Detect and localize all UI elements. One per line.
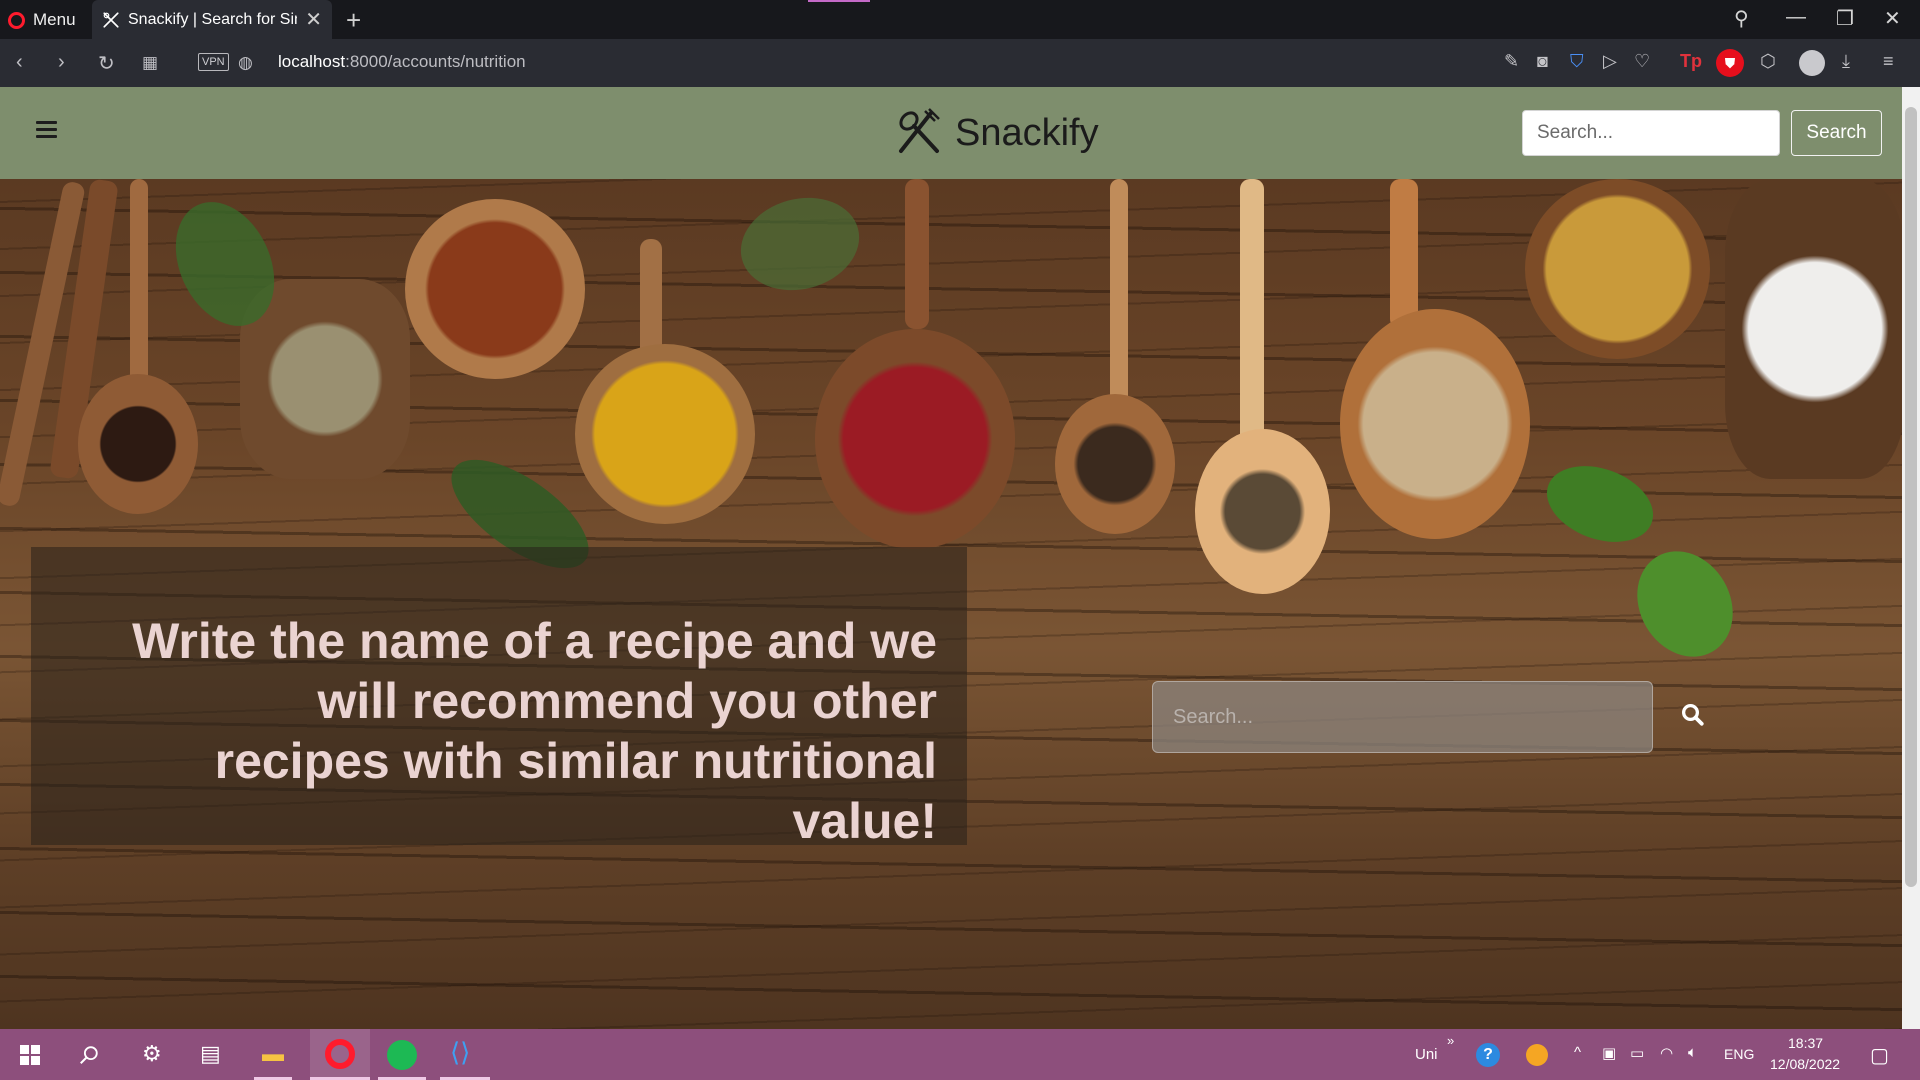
vscode-icon[interactable]: ⟨⟩ xyxy=(450,1037,470,1068)
overflow-chevron-icon[interactable]: » xyxy=(1447,1033,1454,1048)
snackify-logo-icon xyxy=(899,108,940,153)
close-window-icon[interactable]: ✕ xyxy=(1884,6,1901,31)
volume-icon[interactable]: 🔈︎ xyxy=(1688,1044,1697,1061)
clock-date[interactable]: 12/08/2022 xyxy=(1770,1056,1840,1072)
vpn-badge[interactable]: VPN xyxy=(198,53,229,71)
opera-taskbar-icon[interactable] xyxy=(325,1039,355,1069)
download-icon[interactable]: ⤓ xyxy=(1842,51,1850,72)
close-tab-icon[interactable]: ✕ xyxy=(305,7,322,32)
url-host: localhost xyxy=(278,52,346,71)
globe-icon[interactable]: ◍ xyxy=(238,53,253,73)
profile-avatar-icon[interactable] xyxy=(1799,50,1825,76)
new-tab-icon[interactable]: + xyxy=(346,5,361,36)
adblock-shield-icon[interactable]: ⛊ xyxy=(1716,49,1744,77)
windows-taskbar: ⚙ ▤ ▬ ⟨⟩ Uni » ? ^ ▣ ▭ ◠ 🔈︎ ENG 18:37 12… xyxy=(0,1029,1920,1080)
heart-icon[interactable]: ♡ xyxy=(1634,51,1650,72)
spotify-icon[interactable] xyxy=(387,1040,417,1070)
site-navbar: Snackify Search xyxy=(0,87,1902,179)
forward-icon[interactable]: › xyxy=(58,51,65,74)
language-indicator[interactable]: ENG xyxy=(1724,1046,1754,1062)
tab-title: Snackify | Search for Similar xyxy=(128,10,297,28)
notifications-icon[interactable]: ▢ xyxy=(1870,1043,1889,1068)
back-icon[interactable]: ‹ xyxy=(16,51,23,74)
navbar-search-input[interactable] xyxy=(1522,110,1780,156)
uni-label[interactable]: Uni xyxy=(1415,1046,1438,1063)
edit-icon[interactable]: ✎ xyxy=(1504,51,1519,72)
file-explorer-icon[interactable]: ▬ xyxy=(262,1041,284,1067)
url-path: :8000/accounts/nutrition xyxy=(345,52,526,71)
brand-name: Snackify xyxy=(955,111,1099,154)
search-tabs-icon[interactable]: ⚲ xyxy=(1734,6,1749,31)
reload-icon[interactable]: ↻ xyxy=(98,51,115,76)
tab-accent-bar xyxy=(808,0,870,2)
opera-logo-icon xyxy=(8,11,25,29)
address-bar: ‹ › ↻ ▦ VPN ◍ localhost:8000/accounts/nu… xyxy=(0,39,1920,87)
help-icon[interactable]: ? xyxy=(1476,1043,1500,1067)
hero-headline: Write the name of a recipe and we will r… xyxy=(132,613,937,849)
hero-section: Write the name of a recipe and we will r… xyxy=(0,178,1902,1029)
search-icon[interactable] xyxy=(1678,700,1708,730)
camera-icon[interactable]: ◙ xyxy=(1537,51,1548,72)
clock-time[interactable]: 18:37 xyxy=(1788,1035,1823,1051)
show-hidden-icons-icon[interactable]: ^ xyxy=(1574,1044,1581,1061)
url-field[interactable]: localhost:8000/accounts/nutrition xyxy=(278,52,526,72)
web-page: Snackify Search... Search Write the name… xyxy=(0,87,1902,1029)
active-tab[interactable]: Snackify | Search for Similar ✕ xyxy=(92,0,332,39)
settings-gear-icon[interactable]: ⚙ xyxy=(142,1041,162,1067)
browser-tabbar: Menu Snackify | Search for Similar ✕ + ⚲… xyxy=(0,0,1920,39)
scrollbar-thumb[interactable] xyxy=(1905,107,1917,887)
opera-menu-button[interactable]: Menu xyxy=(8,8,76,32)
navbar-search-button[interactable]: Search xyxy=(1791,110,1882,156)
cube-icon[interactable]: ⬡ xyxy=(1760,51,1776,72)
tab-grid-icon[interactable]: ▦ xyxy=(142,53,158,73)
brand-link[interactable]: Snackify xyxy=(893,107,1099,159)
windows-start-icon[interactable] xyxy=(20,1045,40,1065)
display-icon[interactable]: ▣ xyxy=(1602,1044,1616,1062)
shield-check-icon[interactable]: ⛉ xyxy=(1570,51,1584,72)
hamburger-menu-icon[interactable] xyxy=(36,121,57,142)
hero-headline-card: Write the name of a recipe and we will r… xyxy=(31,547,967,849)
tp-extension-icon[interactable]: Tp xyxy=(1680,51,1702,72)
easy-setup-icon[interactable]: ≡ xyxy=(1883,51,1894,72)
snackify-favicon-icon xyxy=(103,11,119,28)
restore-icon[interactable]: ❐ xyxy=(1836,6,1854,31)
battery-icon[interactable]: ▭ xyxy=(1630,1044,1644,1062)
recipe-search-input[interactable] xyxy=(1152,681,1653,753)
menu-label: Menu xyxy=(33,10,76,29)
remote-desktop-icon[interactable]: ▤ xyxy=(200,1041,221,1067)
wifi-icon[interactable]: ◠ xyxy=(1660,1044,1673,1062)
send-icon[interactable]: ▷ xyxy=(1603,51,1617,72)
taskbar-search-icon[interactable] xyxy=(78,1044,100,1066)
minimize-icon[interactable]: — xyxy=(1786,6,1806,29)
orange-app-icon[interactable] xyxy=(1526,1044,1548,1066)
